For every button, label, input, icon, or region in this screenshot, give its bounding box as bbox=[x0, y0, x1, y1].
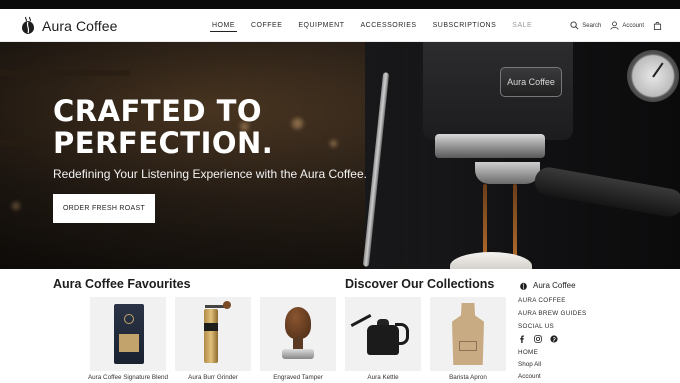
hero-banner: Aura Coffee CRAFTED TO PERFECTION. Redef… bbox=[0, 42, 680, 269]
sidebar-brand[interactable]: Aura Coffee bbox=[518, 279, 668, 291]
collections-title: Discover Our Collections bbox=[345, 277, 495, 291]
nav-coffee[interactable]: COFFEE bbox=[249, 20, 284, 31]
product-card[interactable]: Barista Apron bbox=[430, 297, 506, 381]
hero-subtitle: Redefining Your Listening Experience wit… bbox=[53, 167, 367, 181]
brand-logo[interactable]: Aura Coffee bbox=[18, 15, 118, 37]
nav-home[interactable]: HOME bbox=[210, 20, 237, 32]
nav-subscriptions[interactable]: SUBSCRIPTIONS bbox=[431, 20, 499, 31]
cart-button[interactable] bbox=[653, 21, 662, 30]
social-icons bbox=[518, 335, 668, 343]
product-name: Aura Coffee Signature Blend bbox=[87, 374, 169, 381]
instagram-icon[interactable] bbox=[534, 335, 542, 343]
espresso-cup bbox=[450, 252, 532, 269]
product-card[interactable]: Aura Coffee Signature Blend bbox=[87, 297, 169, 381]
order-fresh-roast-button[interactable]: ORDER FRESH ROAST bbox=[53, 194, 155, 223]
favourites-title: Aura Coffee Favourites bbox=[53, 277, 191, 291]
coffee-bag-image bbox=[90, 297, 166, 371]
search-label: Search bbox=[582, 22, 602, 29]
search-button[interactable]: Search bbox=[570, 21, 601, 30]
group-head bbox=[435, 134, 545, 158]
link-aura-coffee[interactable]: AURA COFFEE bbox=[518, 297, 668, 304]
shopping-bag-icon bbox=[653, 21, 662, 30]
link-shop-all[interactable]: Shop All bbox=[518, 361, 668, 368]
product-card[interactable]: Aura Burr Grinder bbox=[175, 297, 251, 381]
product-card[interactable]: Aura Kettle bbox=[345, 297, 421, 381]
main-nav: HOME COFFEE EQUIPMENT ACCESSORIES SUBSCR… bbox=[210, 9, 534, 42]
facebook-icon[interactable] bbox=[518, 335, 526, 343]
user-icon bbox=[610, 21, 619, 30]
machine-badge: Aura Coffee bbox=[500, 67, 562, 97]
kettle-image bbox=[345, 297, 421, 371]
link-home[interactable]: HOME bbox=[518, 349, 668, 356]
apron-image bbox=[430, 297, 506, 371]
product-card[interactable]: Engraved Tamper bbox=[260, 297, 336, 381]
grinder-image bbox=[175, 297, 251, 371]
espresso-stream bbox=[483, 184, 487, 260]
coffee-bean-logo-icon bbox=[520, 282, 527, 290]
site-header: Aura Coffee HOME COFFEE EQUIPMENT ACCESS… bbox=[0, 9, 680, 42]
top-black-bar bbox=[0, 0, 680, 9]
product-name: Barista Apron bbox=[449, 374, 487, 381]
link-brew-guides[interactable]: AURA BREW GUIDES bbox=[518, 310, 668, 317]
product-name: Engraved Tamper bbox=[273, 374, 323, 381]
product-row: Aura Coffee Signature Blend Aura Burr Gr… bbox=[87, 297, 506, 381]
link-social-us[interactable]: SOCIAL US bbox=[518, 323, 668, 330]
account-label: Account bbox=[622, 22, 644, 29]
search-icon bbox=[570, 21, 579, 30]
hero-title: CRAFTED TO PERFECTION. bbox=[53, 94, 274, 160]
pinterest-icon[interactable] bbox=[550, 335, 558, 343]
portafilter-handle bbox=[532, 165, 680, 219]
portafilter bbox=[475, 162, 540, 184]
nav-accessories[interactable]: ACCESSORIES bbox=[359, 20, 419, 31]
product-name: Aura Kettle bbox=[367, 374, 399, 381]
account-button[interactable]: Account bbox=[610, 21, 644, 30]
espresso-stream bbox=[513, 184, 517, 260]
tamper-image bbox=[260, 297, 336, 371]
nav-equipment[interactable]: EQUIPMENT bbox=[296, 20, 346, 31]
brand-name: Aura Coffee bbox=[42, 18, 118, 34]
pressure-gauge bbox=[627, 50, 679, 102]
nav-sale[interactable]: SALE bbox=[510, 20, 534, 31]
header-utilities: Search Account bbox=[570, 9, 662, 42]
product-name: Aura Burr Grinder bbox=[188, 374, 238, 381]
coffee-bean-logo-icon bbox=[22, 16, 34, 34]
sidebar-brand-name: Aura Coffee bbox=[533, 280, 576, 290]
link-account[interactable]: Account bbox=[518, 373, 668, 380]
footer-sidebar: Aura Coffee AURA COFFEE AURA BREW GUIDES… bbox=[518, 279, 668, 381]
